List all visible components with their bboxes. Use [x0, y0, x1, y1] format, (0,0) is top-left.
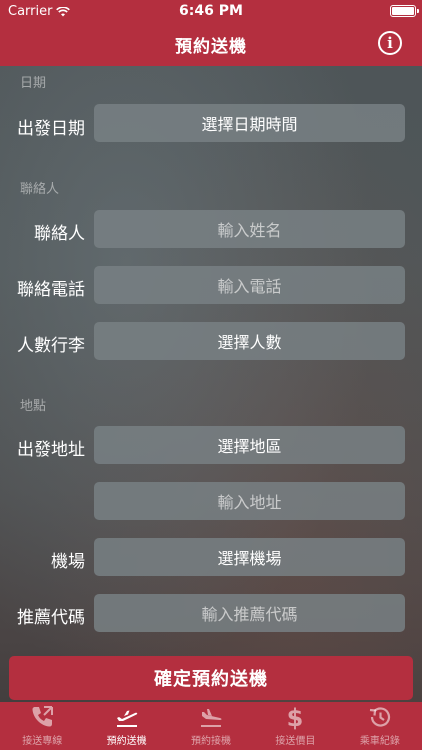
contact-name-label: 聯絡人 — [34, 224, 85, 244]
confirm-booking-button[interactable]: 確定預約送機 — [9, 656, 413, 700]
plane-departure-icon — [113, 704, 141, 730]
region-picker[interactable]: 選擇地區 — [94, 426, 405, 464]
address-input[interactable]: 輸入地址 — [94, 482, 405, 520]
dollar-icon: $ — [281, 704, 309, 730]
info-button[interactable]: i — [378, 31, 402, 55]
tab-label: 預約接機 — [191, 736, 232, 747]
departure-address-label: 出發地址 — [17, 440, 85, 460]
referral-code-label: 推薦代碼 — [17, 608, 85, 628]
contact-name-input[interactable]: 輸入姓名 — [94, 210, 405, 248]
wifi-icon — [56, 6, 71, 17]
tab-label: 接送專線 — [22, 736, 63, 747]
passengers-label: 人數行李 — [17, 336, 85, 356]
svg-text:$: $ — [287, 704, 304, 730]
contact-phone-input[interactable]: 輸入電話 — [94, 266, 405, 304]
battery-icon — [390, 5, 419, 17]
battery-fill — [392, 7, 414, 15]
history-icon — [366, 704, 394, 730]
tab-book-arrival[interactable]: 預約接機 — [169, 702, 253, 750]
tab-label: 預約送機 — [106, 736, 147, 747]
referral-code-input[interactable]: 輸入推薦代碼 — [94, 594, 405, 632]
airport-picker[interactable]: 選擇機場 — [94, 538, 405, 576]
tab-call-service[interactable]: 接送專線 — [0, 702, 84, 750]
section-label-address: 地點 — [20, 399, 47, 414]
tab-label: 接送價目 — [275, 736, 316, 747]
tab-ride-history[interactable]: 乘車紀錄 — [338, 702, 422, 750]
phone-icon — [28, 704, 56, 730]
contact-phone-label: 聯絡電話 — [17, 280, 85, 300]
info-icon: i — [387, 34, 393, 52]
carrier-label: Carrier — [8, 3, 53, 19]
status-bar: Carrier 6:46 PM — [0, 0, 422, 22]
page-title: 預約送機 — [175, 36, 247, 57]
tab-label: 乘車紀錄 — [359, 736, 400, 747]
plane-arrival-icon — [197, 704, 225, 730]
tab-pricing[interactable]: $ 接送價目 — [253, 702, 337, 750]
section-label-contact: 聯絡人 — [20, 182, 60, 197]
status-left: Carrier — [8, 3, 71, 19]
airport-label: 機場 — [51, 552, 85, 572]
tab-book-departure[interactable]: 預約送機 — [84, 702, 168, 750]
nav-bar: 預約送機 i — [0, 22, 422, 66]
section-label-date: 日期 — [20, 76, 47, 91]
passengers-picker[interactable]: 選擇人數 — [94, 322, 405, 360]
departure-date-label: 出發日期 — [17, 119, 85, 139]
departure-date-picker[interactable]: 選擇日期時間 — [94, 104, 405, 142]
tab-bar: 接送專線 預約送機 預約接機 $ 接送價目 乘車紀錄 — [0, 702, 422, 750]
